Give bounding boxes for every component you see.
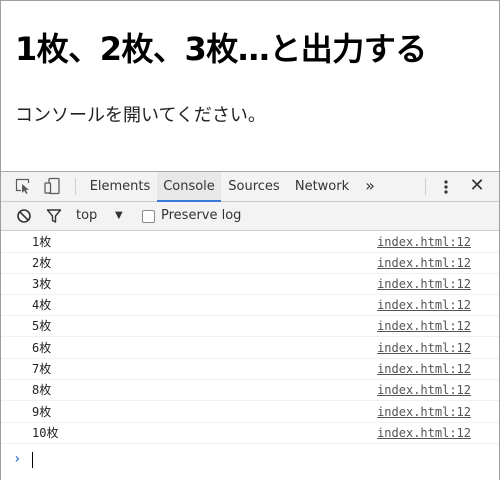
console-message-row: 5枚 index.html:12	[1, 316, 499, 337]
devtools-panel: Elements Console Sources Network » ✕ top…	[1, 171, 499, 480]
page-instruction: コンソールを開いてください。	[15, 105, 266, 126]
tab-elements[interactable]: Elements	[84, 172, 156, 201]
console-message-text: 8枚	[32, 383, 52, 397]
console-message-text: 4枚	[32, 298, 52, 312]
console-source-link[interactable]: index.html:12	[377, 338, 471, 358]
console-source-link[interactable]: index.html:12	[377, 253, 471, 273]
preserve-log-label[interactable]: Preserve log	[161, 202, 241, 230]
console-message-row: 6枚 index.html:12	[1, 338, 499, 359]
preserve-log-checkbox[interactable]	[142, 210, 155, 223]
console-source-link[interactable]: index.html:12	[377, 274, 471, 294]
console-message-text: 5枚	[32, 319, 52, 333]
console-message-text: 7枚	[32, 362, 52, 376]
page-title: 1枚、2枚、3枚…と出力する	[15, 30, 427, 68]
inspect-element-icon[interactable]	[14, 177, 34, 195]
customize-menu-icon[interactable]	[439, 178, 453, 196]
console-source-link[interactable]: index.html:12	[377, 316, 471, 336]
tab-sources[interactable]: Sources	[222, 172, 286, 201]
console-message-row: 8枚 index.html:12	[1, 380, 499, 401]
tab-console[interactable]: Console	[157, 172, 221, 202]
toolbar-divider	[75, 178, 76, 195]
more-tabs-button[interactable]: »	[361, 172, 379, 201]
toolbar-divider	[425, 178, 426, 195]
text-caret	[32, 452, 33, 468]
console-prompt[interactable]: ›	[1, 448, 499, 470]
console-message-text: 10枚	[32, 426, 59, 440]
console-message-row: 1枚 index.html:12	[1, 232, 499, 253]
console-message-row: 10枚 index.html:12	[1, 423, 499, 444]
console-message-row: 2枚 index.html:12	[1, 253, 499, 274]
console-source-link[interactable]: index.html:12	[377, 359, 471, 379]
console-message-text: 2枚	[32, 256, 52, 270]
chevron-down-icon[interactable]: ▼	[115, 202, 123, 230]
filter-icon[interactable]	[46, 208, 62, 224]
clear-console-icon[interactable]	[16, 208, 32, 224]
page-content: 1枚、2枚、3枚…と出力する コンソールを開いてください。	[1, 1, 499, 171]
context-selector[interactable]: top	[76, 202, 97, 230]
devtools-toolbar: Elements Console Sources Network » ✕	[1, 172, 499, 202]
console-source-link[interactable]: index.html:12	[377, 380, 471, 400]
console-message-text: 6枚	[32, 341, 52, 355]
tab-network[interactable]: Network	[289, 172, 355, 201]
close-devtools-button[interactable]: ✕	[467, 175, 487, 197]
console-message-text: 9枚	[32, 405, 52, 419]
console-message-row: 3枚 index.html:12	[1, 274, 499, 295]
prompt-chevron-icon: ›	[13, 451, 22, 467]
console-message-text: 1枚	[32, 235, 52, 249]
device-toolbar-icon[interactable]	[43, 177, 63, 195]
console-source-link[interactable]: index.html:12	[377, 295, 471, 315]
console-source-link[interactable]: index.html:12	[377, 423, 471, 443]
console-source-link[interactable]: index.html:12	[377, 232, 471, 252]
console-message-row: 4枚 index.html:12	[1, 295, 499, 316]
console-source-link[interactable]: index.html:12	[377, 402, 471, 422]
console-input[interactable]	[32, 452, 472, 468]
console-message-row: 9枚 index.html:12	[1, 402, 499, 423]
console-message-row: 7枚 index.html:12	[1, 359, 499, 380]
console-output: 1枚 index.html:12 2枚 index.html:12 3枚 ind…	[1, 231, 499, 480]
console-message-text: 3枚	[32, 277, 52, 291]
console-filter-bar: top ▼ Preserve log	[1, 202, 499, 231]
